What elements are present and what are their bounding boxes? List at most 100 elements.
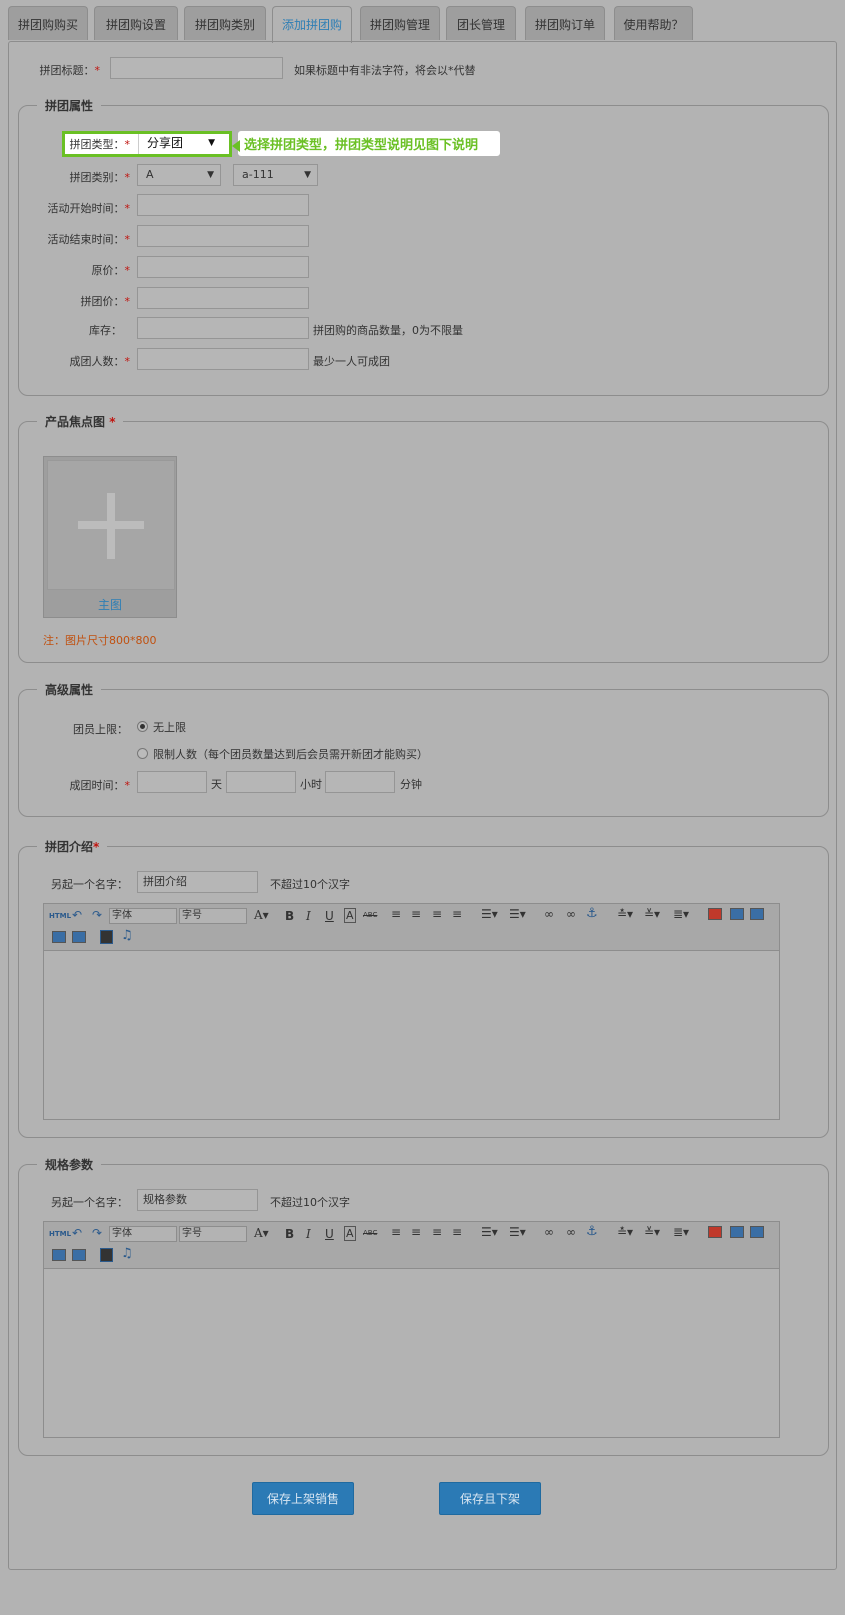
highlight-icon[interactable]: A: [344, 908, 356, 923]
minute-unit: 分钟: [400, 778, 422, 791]
title-input[interactable]: [110, 57, 283, 79]
unlink-icon[interactable]: ∞: [566, 907, 576, 921]
strikethrough-icon[interactable]: ABC: [363, 911, 377, 919]
row-spacing-icon[interactable]: ≣▾: [673, 907, 689, 921]
unordered-list-icon[interactable]: ☰▾: [509, 1225, 526, 1239]
original-price-input[interactable]: [137, 256, 309, 278]
ordered-list-icon[interactable]: ☰▾: [481, 1225, 498, 1239]
link-icon[interactable]: ∞: [544, 1225, 554, 1239]
image-left-icon[interactable]: [730, 1226, 744, 1238]
link-icon[interactable]: ∞: [544, 907, 554, 921]
image-none-icon[interactable]: [52, 931, 66, 943]
align-center-icon[interactable]: ≡: [411, 1225, 421, 1239]
days-input[interactable]: [137, 771, 207, 793]
category-select-2[interactable]: a-111 ▼: [233, 164, 318, 186]
image-none-icon[interactable]: [52, 1249, 66, 1261]
save-publish-button[interactable]: 保存上架销售: [252, 1482, 354, 1515]
font-size-select[interactable]: 字号: [179, 1226, 247, 1242]
group-price-input[interactable]: [137, 287, 309, 309]
spec-alias-input[interactable]: 规格参数: [137, 1189, 258, 1211]
underline-icon[interactable]: U: [325, 909, 334, 923]
music-icon[interactable]: ♫: [121, 928, 133, 943]
unlink-icon[interactable]: ∞: [566, 1225, 576, 1239]
justify-icon[interactable]: ≡: [452, 1225, 462, 1239]
category-select-1[interactable]: A ▼: [137, 164, 221, 186]
spec-alias-hint: 不超过10个汉字: [270, 1196, 350, 1209]
italic-icon[interactable]: I: [306, 909, 311, 923]
tab-buy[interactable]: 拼团购购买: [8, 6, 88, 40]
paragraph-spacing-icon[interactable]: ≚▾: [644, 907, 660, 921]
bold-icon[interactable]: B: [285, 1227, 294, 1241]
group-size-input[interactable]: [137, 348, 309, 370]
type-select[interactable]: 分享团 ▼: [138, 134, 221, 154]
align-right-icon[interactable]: ≡: [432, 907, 442, 921]
font-family-select[interactable]: 字体: [109, 908, 177, 924]
radio-unlimited[interactable]: [137, 721, 148, 732]
underline-icon[interactable]: U: [325, 1227, 334, 1241]
align-left-icon[interactable]: ≡: [391, 907, 401, 921]
image-left-icon[interactable]: [730, 908, 744, 920]
justify-icon[interactable]: ≡: [452, 907, 462, 921]
line-height-icon[interactable]: ≛▾: [617, 1225, 633, 1239]
tab-manage[interactable]: 拼团购管理: [360, 6, 440, 40]
font-color-icon[interactable]: A▾: [254, 908, 269, 922]
paragraph-spacing-icon[interactable]: ≚▾: [644, 1225, 660, 1239]
align-center-icon[interactable]: ≡: [411, 907, 421, 921]
image-right-icon[interactable]: [750, 908, 764, 920]
intro-editor[interactable]: HTML ↶ ↷ 字体 字号 A▾ B I U A ABC ≡ ≡ ≡ ≡ ☰▾…: [43, 903, 780, 1120]
title-label: 拼团标题：*: [39, 64, 101, 77]
highlight-icon[interactable]: A: [344, 1226, 356, 1241]
anchor-icon[interactable]: ⚓: [586, 1224, 598, 1239]
intro-alias-input[interactable]: 拼团介绍: [137, 871, 258, 893]
tab-leader[interactable]: 团长管理: [446, 6, 516, 40]
video-icon[interactable]: [100, 1248, 113, 1262]
row-spacing-icon[interactable]: ≣▾: [673, 1225, 689, 1239]
image-icon[interactable]: [708, 1226, 722, 1238]
end-time-input[interactable]: [137, 225, 309, 247]
tab-help[interactable]: 使用帮助？: [614, 6, 693, 40]
hour-unit: 小时: [300, 778, 322, 791]
main-image-upload[interactable]: 主图: [43, 456, 177, 618]
stock-input[interactable]: [137, 317, 309, 339]
font-family-select[interactable]: 字体: [109, 1226, 177, 1242]
redo-icon[interactable]: ↷: [92, 1226, 102, 1240]
italic-icon[interactable]: I: [306, 1227, 311, 1241]
upload-caption: 主图: [97, 598, 122, 612]
music-icon[interactable]: ♫: [121, 1246, 133, 1261]
image-center-icon[interactable]: [72, 1249, 86, 1261]
tab-settings[interactable]: 拼团购设置: [94, 6, 178, 40]
line-height-icon[interactable]: ≛▾: [617, 907, 633, 921]
radio-limited[interactable]: [137, 748, 148, 759]
image-right-icon[interactable]: [750, 1226, 764, 1238]
html-icon[interactable]: HTML: [49, 1230, 71, 1238]
chevron-down-icon: ▼: [207, 170, 214, 180]
ordered-list-icon[interactable]: ☰▾: [481, 907, 498, 921]
unordered-list-icon[interactable]: ☰▾: [509, 907, 526, 921]
tab-add[interactable]: 添加拼团购: [272, 6, 352, 43]
anchor-icon[interactable]: ⚓: [586, 906, 598, 921]
redo-icon[interactable]: ↷: [92, 908, 102, 922]
font-size-select[interactable]: 字号: [179, 908, 247, 924]
tab-category[interactable]: 拼团购类别: [184, 6, 266, 40]
unlimited-label: 无上限: [153, 721, 186, 734]
spec-editor[interactable]: HTML ↶ ↷ 字体 字号 A▾ B I U A ABC ≡ ≡ ≡ ≡ ☰▾…: [43, 1221, 780, 1438]
font-color-icon[interactable]: A▾: [254, 1226, 269, 1240]
align-left-icon[interactable]: ≡: [391, 1225, 401, 1239]
undo-icon[interactable]: ↶: [72, 1226, 82, 1240]
strikethrough-icon[interactable]: ABC: [363, 1229, 377, 1237]
bold-icon[interactable]: B: [285, 909, 294, 923]
chevron-down-icon: ▼: [208, 138, 215, 148]
tab-orders[interactable]: 拼团购订单: [525, 6, 605, 40]
type-label: 拼团类型：*: [69, 138, 131, 151]
save-unpublish-button[interactable]: 保存且下架: [439, 1482, 541, 1515]
editor-toolbar: HTML ↶ ↷ 字体 字号 A▾ B I U A ABC ≡ ≡ ≡ ≡ ☰▾…: [44, 1222, 779, 1269]
start-time-input[interactable]: [137, 194, 309, 216]
video-icon[interactable]: [100, 930, 113, 944]
image-icon[interactable]: [708, 908, 722, 920]
image-center-icon[interactable]: [72, 931, 86, 943]
undo-icon[interactable]: ↶: [72, 908, 82, 922]
hours-input[interactable]: [226, 771, 296, 793]
minutes-input[interactable]: [325, 771, 395, 793]
align-right-icon[interactable]: ≡: [432, 1225, 442, 1239]
html-icon[interactable]: HTML: [49, 912, 71, 920]
